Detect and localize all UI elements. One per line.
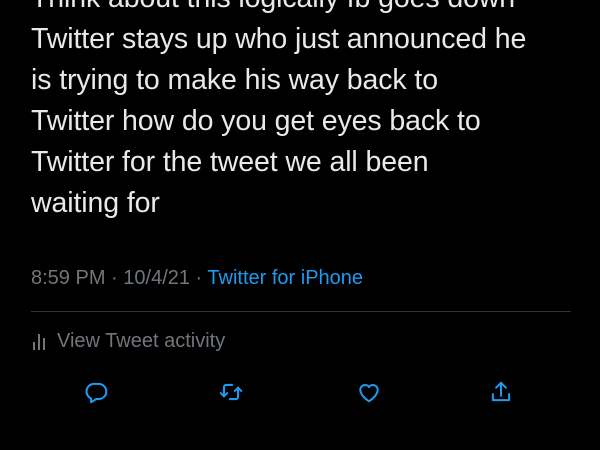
tweet-text-line: Twitter stays up who just announced he <box>31 23 527 55</box>
tweet-source-link[interactable]: Twitter for iPhone <box>207 267 363 289</box>
tweet-metadata: 8:59 PM · 10/4/21 · Twitter for iPhone <box>31 263 363 293</box>
like-button[interactable] <box>349 374 389 414</box>
tweet-actions-bar <box>0 374 600 414</box>
share-icon <box>488 379 514 410</box>
tweet-text: Think about this logically fb goes down … <box>31 0 576 224</box>
share-button[interactable] <box>481 374 521 414</box>
tweet-time[interactable]: 8:59 PM <box>31 267 105 289</box>
view-tweet-activity-button[interactable]: View Tweet activity <box>31 326 225 356</box>
meta-separator: · <box>105 267 124 289</box>
heart-icon <box>356 379 382 410</box>
tweet-text-line: is trying to make his way back to <box>31 64 438 96</box>
reply-icon <box>83 379 109 410</box>
bar-chart-icon <box>31 332 47 350</box>
tweet-text-line: Twitter how do you get eyes back to <box>31 105 481 137</box>
divider <box>31 311 571 312</box>
meta-separator: · <box>190 267 208 289</box>
tweet-body: Think about this logically fb goes down … <box>31 0 576 224</box>
retweet-icon <box>218 379 244 410</box>
retweet-button[interactable] <box>211 374 251 414</box>
view-tweet-activity-label: View Tweet activity <box>57 329 226 352</box>
reply-button[interactable] <box>76 374 116 414</box>
tweet-text-line: Twitter for the tweet we all been <box>31 146 429 178</box>
tweet-text-line: waiting for <box>31 187 160 219</box>
tweet-text-line: Think about this logically fb goes down <box>31 0 576 19</box>
tweet-date[interactable]: 10/4/21 <box>123 267 190 289</box>
